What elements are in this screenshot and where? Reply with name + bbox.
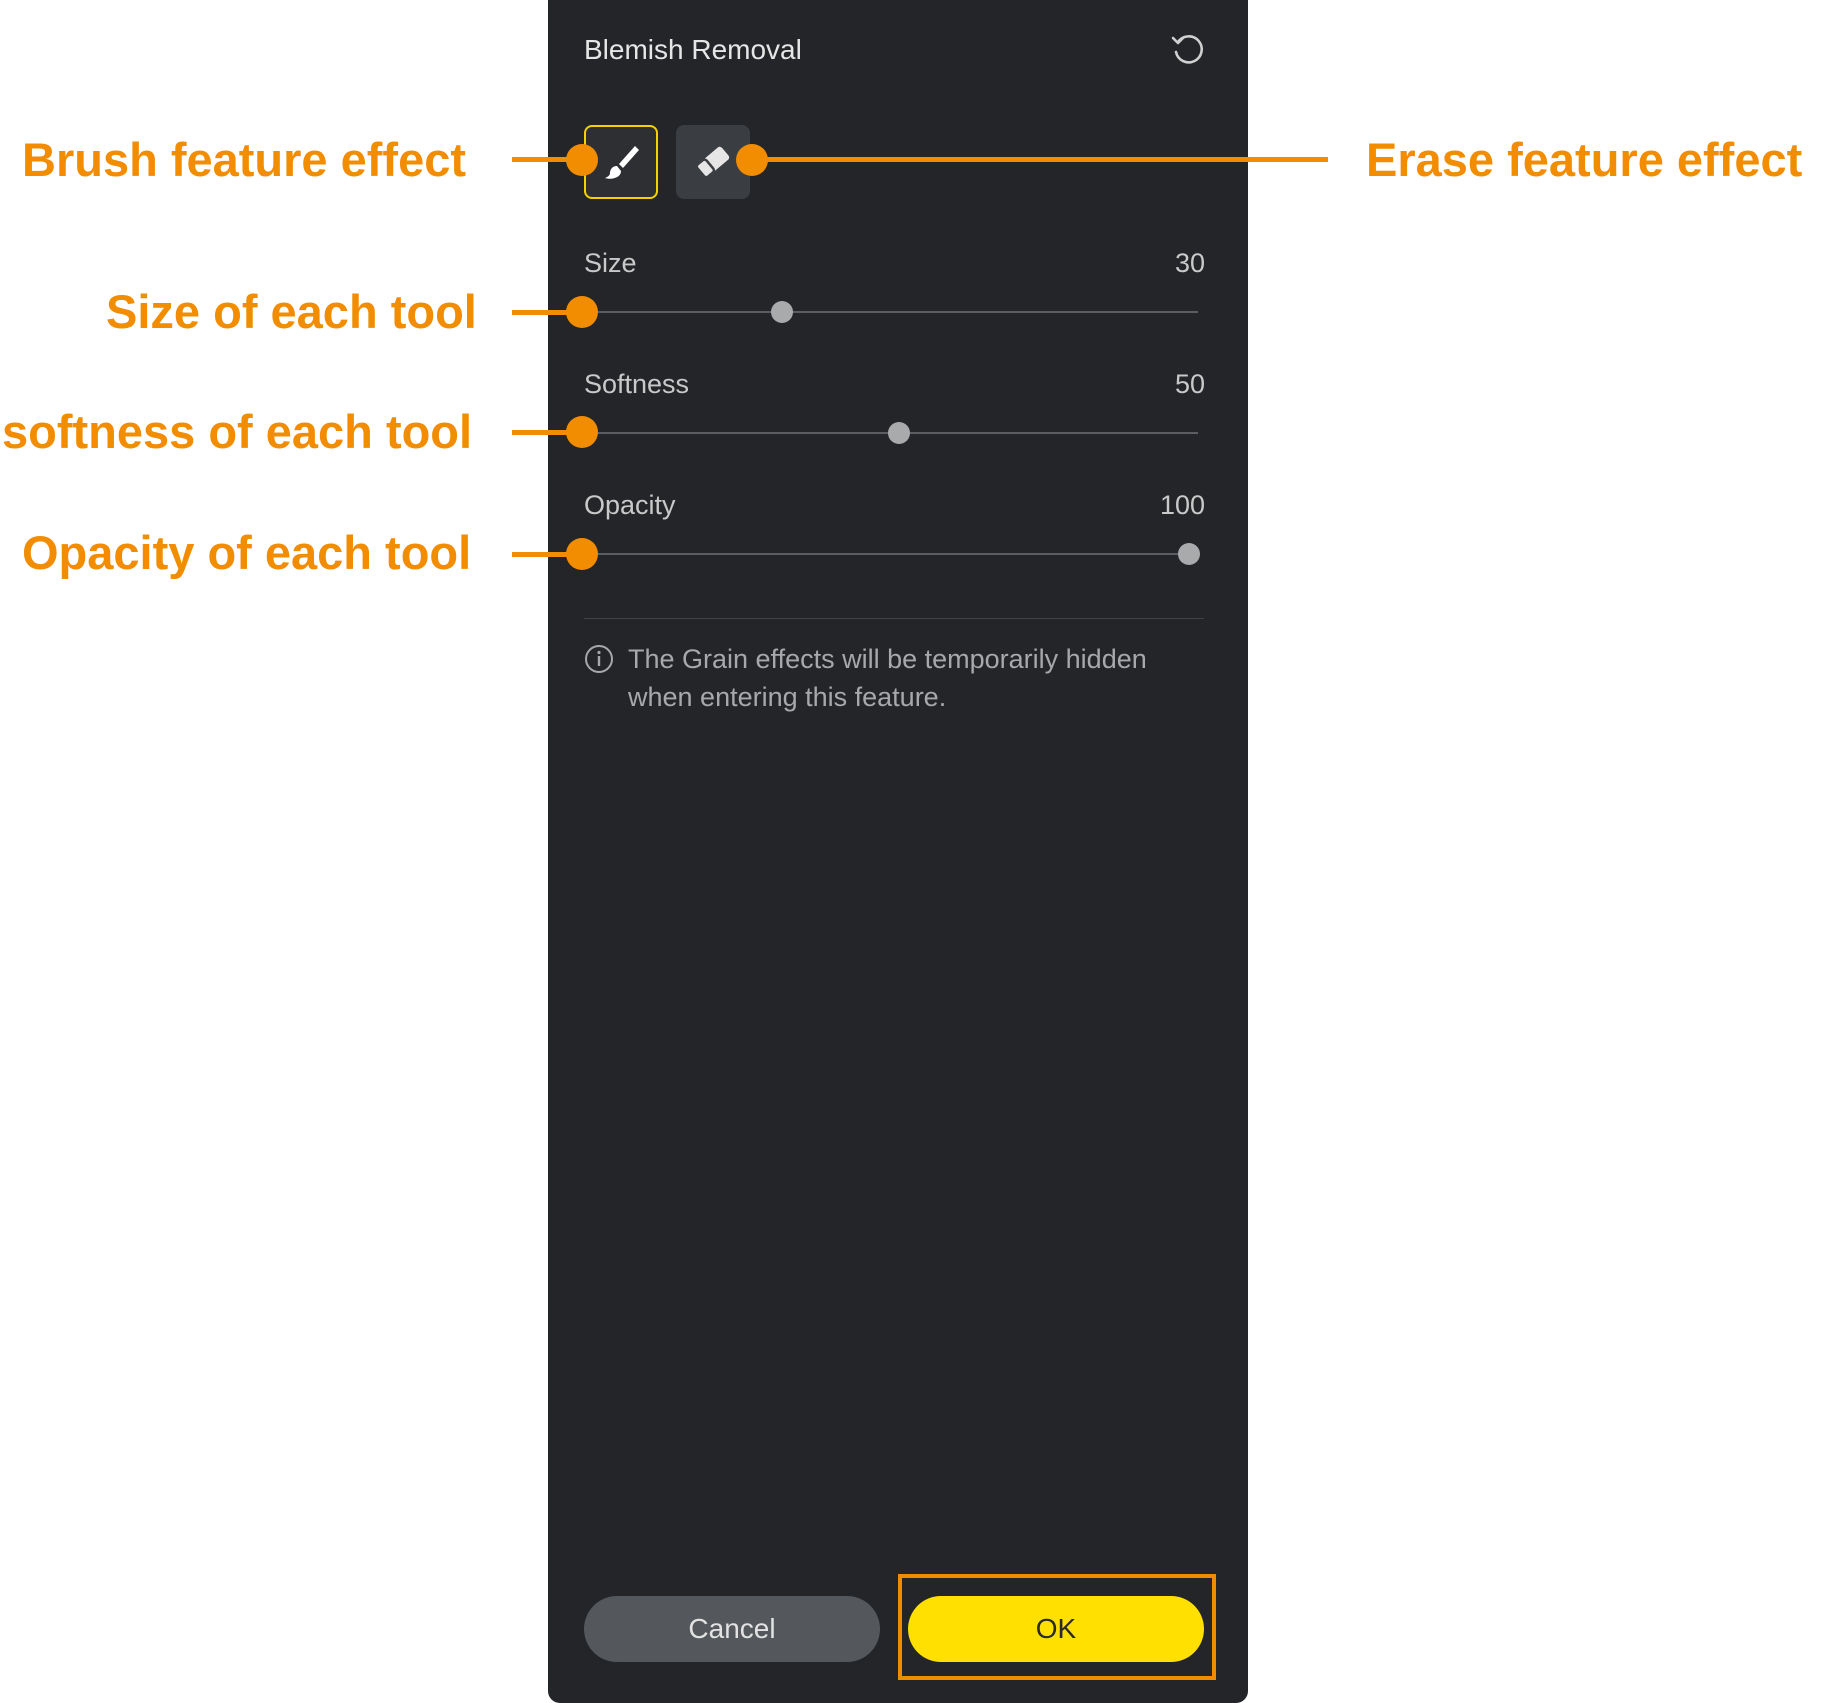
- annotation-softness-dot: [566, 416, 598, 448]
- annotation-erase-leader: [752, 157, 1328, 162]
- annotation-size: Size of each tool: [106, 285, 477, 338]
- brush-icon: [605, 146, 639, 179]
- opacity-slider-track[interactable]: [584, 553, 1198, 555]
- softness-label: Softness: [584, 369, 690, 399]
- blemish-removal-panel: Blemish Removal Size 30 Softness 50 Opac…: [548, 0, 1248, 1703]
- opacity-slider-thumb[interactable]: [1178, 543, 1200, 565]
- ok-button-highlight: [898, 1574, 1216, 1680]
- reset-icon[interactable]: [1168, 30, 1208, 70]
- annotation-erase-dot: [736, 144, 768, 176]
- annotation-opacity: Opacity of each tool: [22, 526, 472, 579]
- divider: [584, 618, 1204, 619]
- opacity-label: Opacity: [584, 490, 676, 520]
- annotation-erase: Erase feature effect: [1366, 133, 1803, 186]
- info-message: The Grain effects will be temporarily hi…: [628, 644, 1147, 712]
- panel-title: Blemish Removal: [584, 34, 802, 65]
- info-icon: [584, 644, 614, 674]
- annotation-brush: Brush feature effect: [22, 133, 466, 186]
- size-slider-track[interactable]: [584, 311, 1198, 313]
- annotation-brush-dot: [566, 144, 598, 176]
- annotation-softness: softness of each tool: [2, 405, 473, 458]
- eraser-icon: [695, 146, 730, 179]
- opacity-value: 100: [1159, 490, 1205, 520]
- annotation-opacity-dot: [566, 538, 598, 570]
- size-value: 30: [1174, 248, 1205, 278]
- softness-value: 50: [1174, 369, 1205, 399]
- cancel-button[interactable]: Cancel: [584, 1596, 880, 1662]
- size-slider-thumb[interactable]: [771, 301, 794, 323]
- annotation-size-dot: [566, 296, 598, 328]
- softness-slider-thumb[interactable]: [887, 422, 910, 444]
- size-label: Size: [584, 248, 637, 278]
